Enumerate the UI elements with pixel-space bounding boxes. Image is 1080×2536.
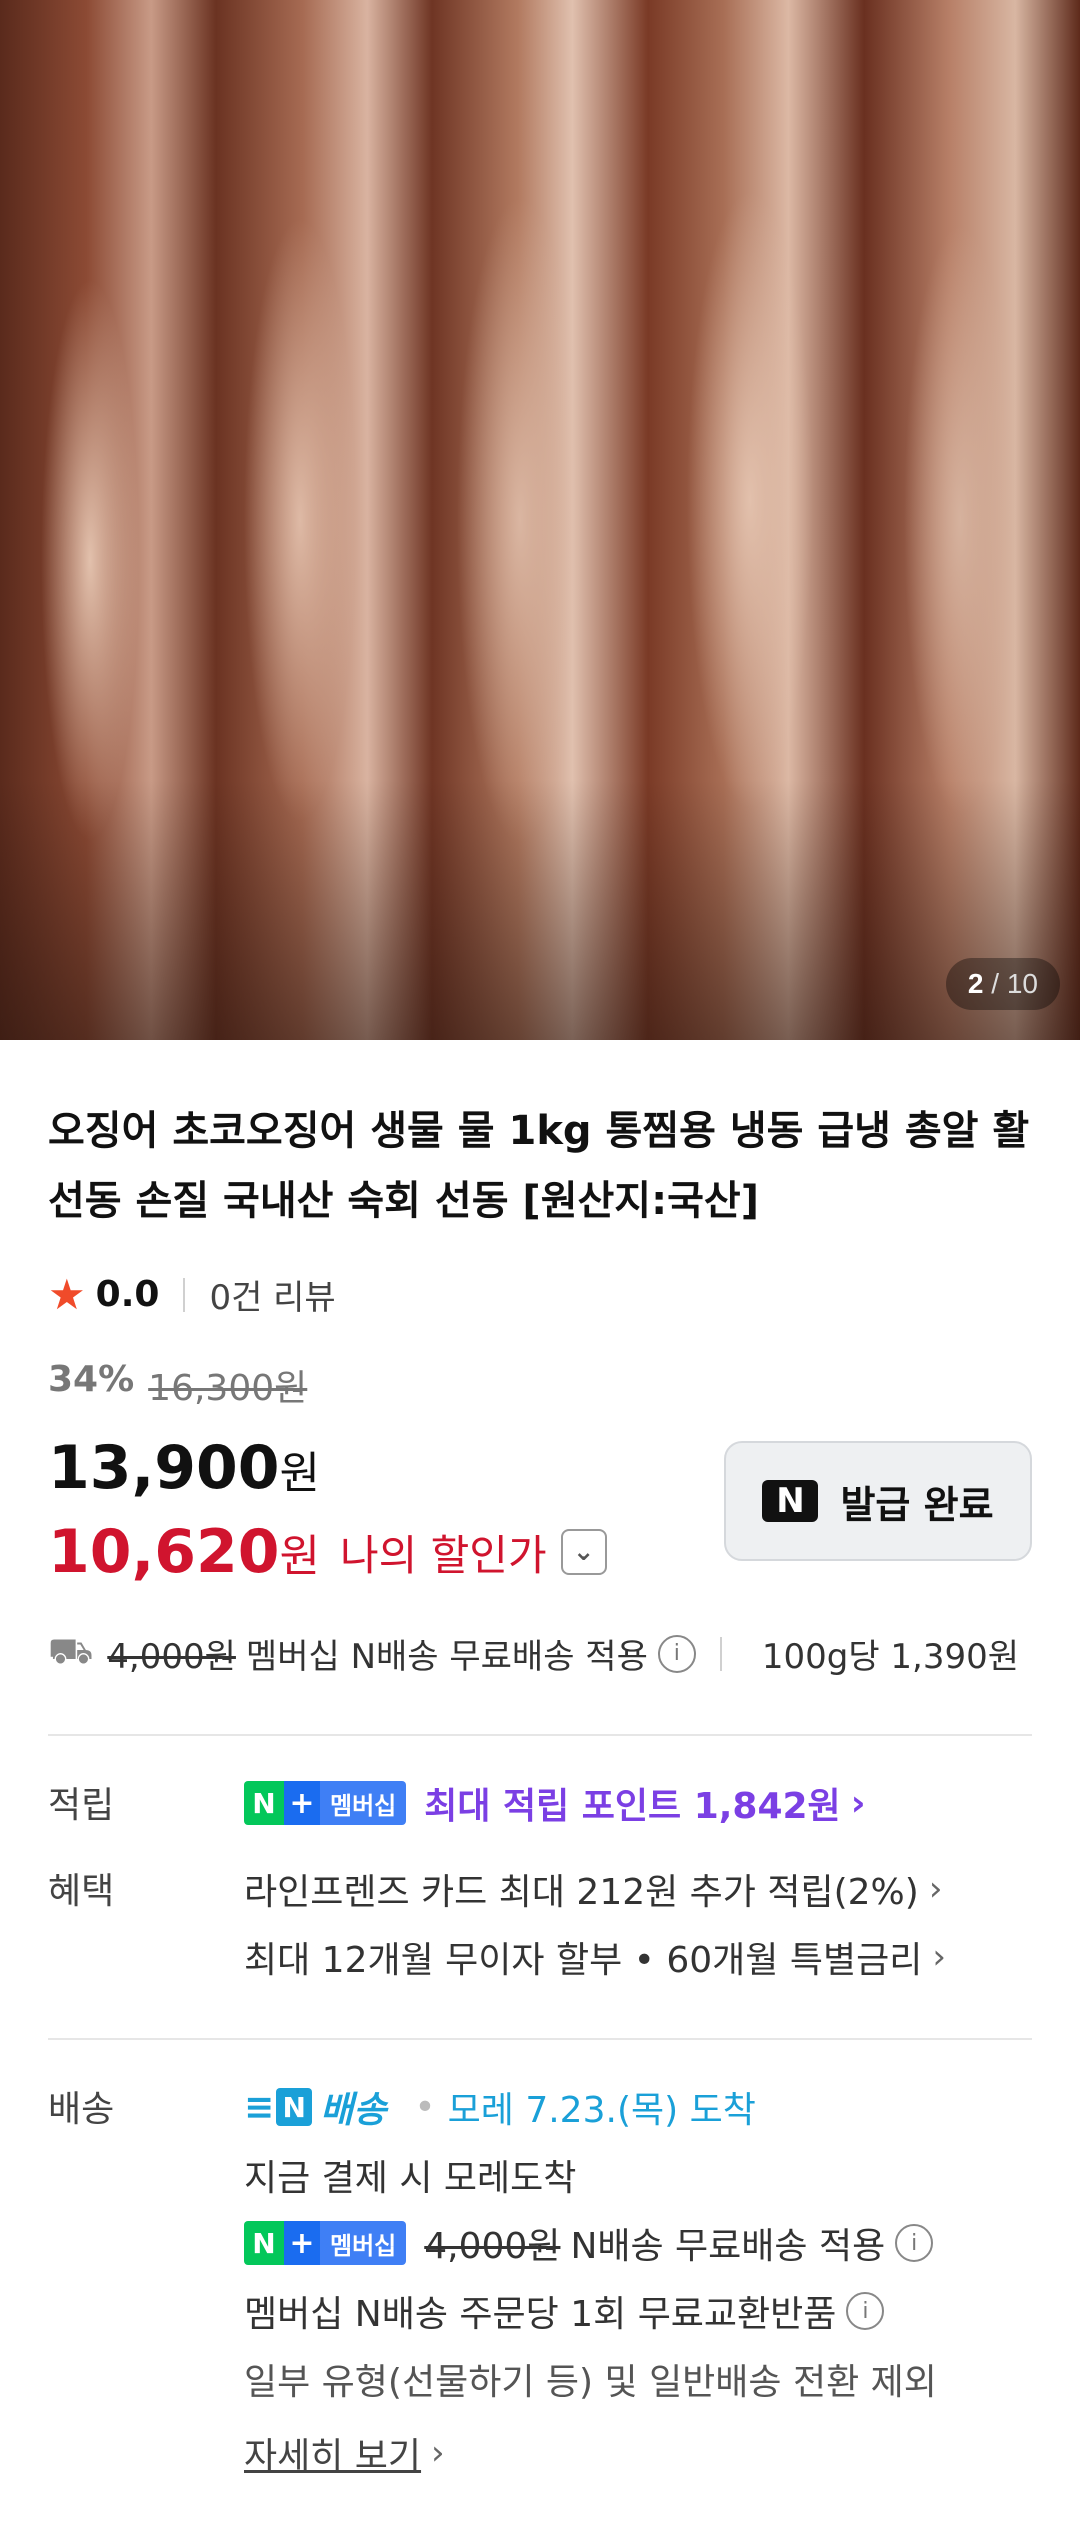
review-count-link[interactable]: 0건 리뷰 bbox=[209, 1270, 335, 1319]
discount-rate: 34% bbox=[48, 1359, 135, 1400]
delivery-row: 배송 ≡ N 배송 • 모레 7.23.(목) 도착 지금 결제 시 모레도착 … bbox=[48, 2080, 1032, 2494]
chevron-down-icon[interactable]: ⌄ bbox=[560, 1529, 607, 1575]
badge-n: N bbox=[244, 2221, 284, 2265]
n-delivery-n: N bbox=[276, 2088, 313, 2126]
shipping-summary-text: 멤버십 N배송 무료배송 적용 bbox=[245, 1637, 648, 1677]
price-block: 13,900원 10,620 원 나의 할인가 ⌄ N 발급 완료 bbox=[48, 1433, 1032, 1593]
delivery-note-text: 지금 결제 시 모레도착 bbox=[244, 2158, 577, 2199]
arrival-date: 모레 7.23.(목) 도착 bbox=[447, 2090, 756, 2131]
star-icon: ★ bbox=[48, 1270, 86, 1319]
n-delivery-logo: ≡ N 배송 bbox=[244, 2081, 386, 2133]
delivery-label: 배송 bbox=[48, 2089, 115, 2130]
image-counter-current: 2 bbox=[967, 968, 984, 999]
my-price-value: 10,620 bbox=[48, 1517, 280, 1587]
delivery-arrival: ≡ N 배송 • 모레 7.23.(목) 도착 bbox=[244, 2080, 1032, 2134]
chevron-right-icon: › bbox=[932, 1937, 946, 1977]
badge-n: N bbox=[244, 1781, 284, 1825]
perk-card-points[interactable]: 라인프렌즈 카드 최대 212원 추가 적립(2%) › bbox=[244, 1862, 1032, 1916]
exchange-text: 멤버십 N배송 주문당 1회 무료교환반품 bbox=[244, 2294, 837, 2335]
info-icon[interactable]: i bbox=[846, 2292, 885, 2330]
rating-value: 0.0 bbox=[95, 1274, 160, 1315]
sale-price-unit: 원 bbox=[279, 1448, 321, 1499]
my-price-label: 나의 할인가 bbox=[340, 1530, 547, 1580]
product-title: 오징어 초코오징어 생물 물 1kg 통찜용 냉동 급냉 총알 활 선동 손질 … bbox=[48, 1108, 1030, 1224]
perk-text: 최대 12개월 무이자 할부 • 60개월 특별금리 bbox=[244, 1940, 923, 1981]
shipping-summary: ⛟ 4,000원 멤버십 N배송 무료배송 적용 i 100g당 1,390원 bbox=[48, 1629, 1032, 1678]
discount-line: 34% 16,300원 bbox=[48, 1359, 1032, 1411]
perk-installment[interactable]: 최대 12개월 무이자 할부 • 60개월 특별금리 › bbox=[244, 1930, 1032, 1984]
section-divider bbox=[48, 2038, 1032, 2040]
info-icon[interactable]: i bbox=[895, 2224, 934, 2262]
image-counter-total: 10 bbox=[1006, 968, 1038, 999]
coupon-issued-button[interactable]: N 발급 완료 bbox=[724, 1441, 1032, 1561]
original-price: 16,300원 bbox=[148, 1368, 308, 1409]
perks-row: 혜택 라인프렌즈 카드 최대 212원 추가 적립(2%) › 최대 12개월 … bbox=[48, 1862, 1032, 1998]
product-image-gallery[interactable]: 2 / 10 bbox=[0, 0, 1080, 1040]
my-price-unit: 원 bbox=[279, 1531, 321, 1582]
coupon-button-label: 발급 완료 bbox=[840, 1482, 994, 1527]
divider bbox=[719, 1636, 722, 1671]
chevron-right-icon: › bbox=[431, 2433, 445, 2473]
exclusion-text: 일부 유형(선물하기 등) 및 일반배송 전환 제외 bbox=[244, 2362, 937, 2403]
n-delivery-brand: 배송 bbox=[320, 2090, 387, 2131]
max-points-text: 최대 적립 포인트 1,842원 bbox=[424, 1786, 841, 1827]
delivery-exclusion: 일부 유형(선물하기 등) 및 일반배송 전환 제외 bbox=[244, 2352, 1032, 2406]
naver-plus-membership-badge: N + 멤버십 bbox=[244, 1781, 407, 1825]
image-counter-separator: / bbox=[991, 968, 1000, 999]
speed-lines-icon: ≡ bbox=[244, 2086, 274, 2128]
free-shipping-text: N배송 무료배송 적용 bbox=[570, 2226, 886, 2267]
delivery-free-shipping: N + 멤버십 4,000원 N배송 무료배송 적용 i bbox=[244, 2216, 1032, 2270]
delivery-exchange: 멤버십 N배송 주문당 1회 무료교환반품 i bbox=[244, 2284, 1032, 2338]
info-icon[interactable]: i bbox=[657, 1634, 696, 1673]
points-row: 적립 N + 멤버십 최대 적립 포인트 1,842원 › bbox=[48, 1776, 1032, 1844]
chevron-right-icon: › bbox=[850, 1782, 866, 1824]
unit-price: 100g당 1,390원 bbox=[761, 1637, 1020, 1677]
delivery-note: 지금 결제 시 모레도착 bbox=[244, 2148, 1032, 2202]
naver-plus-membership-badge: N + 멤버십 bbox=[244, 2221, 407, 2265]
product-info: 오징어 초코오징어 생물 물 1kg 통찜용 냉동 급냉 총알 활 선동 손질 … bbox=[0, 1096, 1080, 2494]
see-more-link[interactable]: 자세히 보기 › bbox=[244, 2426, 1032, 2480]
rating-row[interactable]: ★ 0.0 0건 리뷰 bbox=[48, 1270, 1032, 1319]
divider bbox=[183, 1277, 186, 1312]
badge-membership: 멤버십 bbox=[320, 1781, 407, 1825]
perk-text: 라인프렌즈 카드 최대 212원 추가 적립(2%) bbox=[244, 1872, 919, 1913]
badge-membership: 멤버십 bbox=[320, 2221, 407, 2265]
points-label: 적립 bbox=[48, 1785, 115, 1826]
points-link[interactable]: N + 멤버십 최대 적립 포인트 1,842원 › bbox=[244, 1776, 1032, 1830]
delivery-fee-struck: 4,000원 bbox=[424, 2226, 561, 2267]
dot-separator: • bbox=[414, 2086, 436, 2128]
shipping-fee-struck: 4,000원 bbox=[107, 1637, 236, 1677]
badge-plus: + bbox=[284, 1781, 320, 1825]
section-divider bbox=[48, 1734, 1032, 1736]
sale-price-value: 13,900 bbox=[48, 1433, 280, 1503]
perks-label: 혜택 bbox=[48, 1871, 115, 1912]
see-more-label: 자세히 보기 bbox=[244, 2436, 422, 2477]
naver-n-icon: N bbox=[762, 1480, 819, 1522]
chevron-right-icon: › bbox=[928, 1869, 943, 1909]
truck-icon: ⛟ bbox=[48, 1630, 94, 1672]
image-counter: 2 / 10 bbox=[945, 958, 1060, 1010]
badge-plus: + bbox=[284, 2221, 320, 2265]
